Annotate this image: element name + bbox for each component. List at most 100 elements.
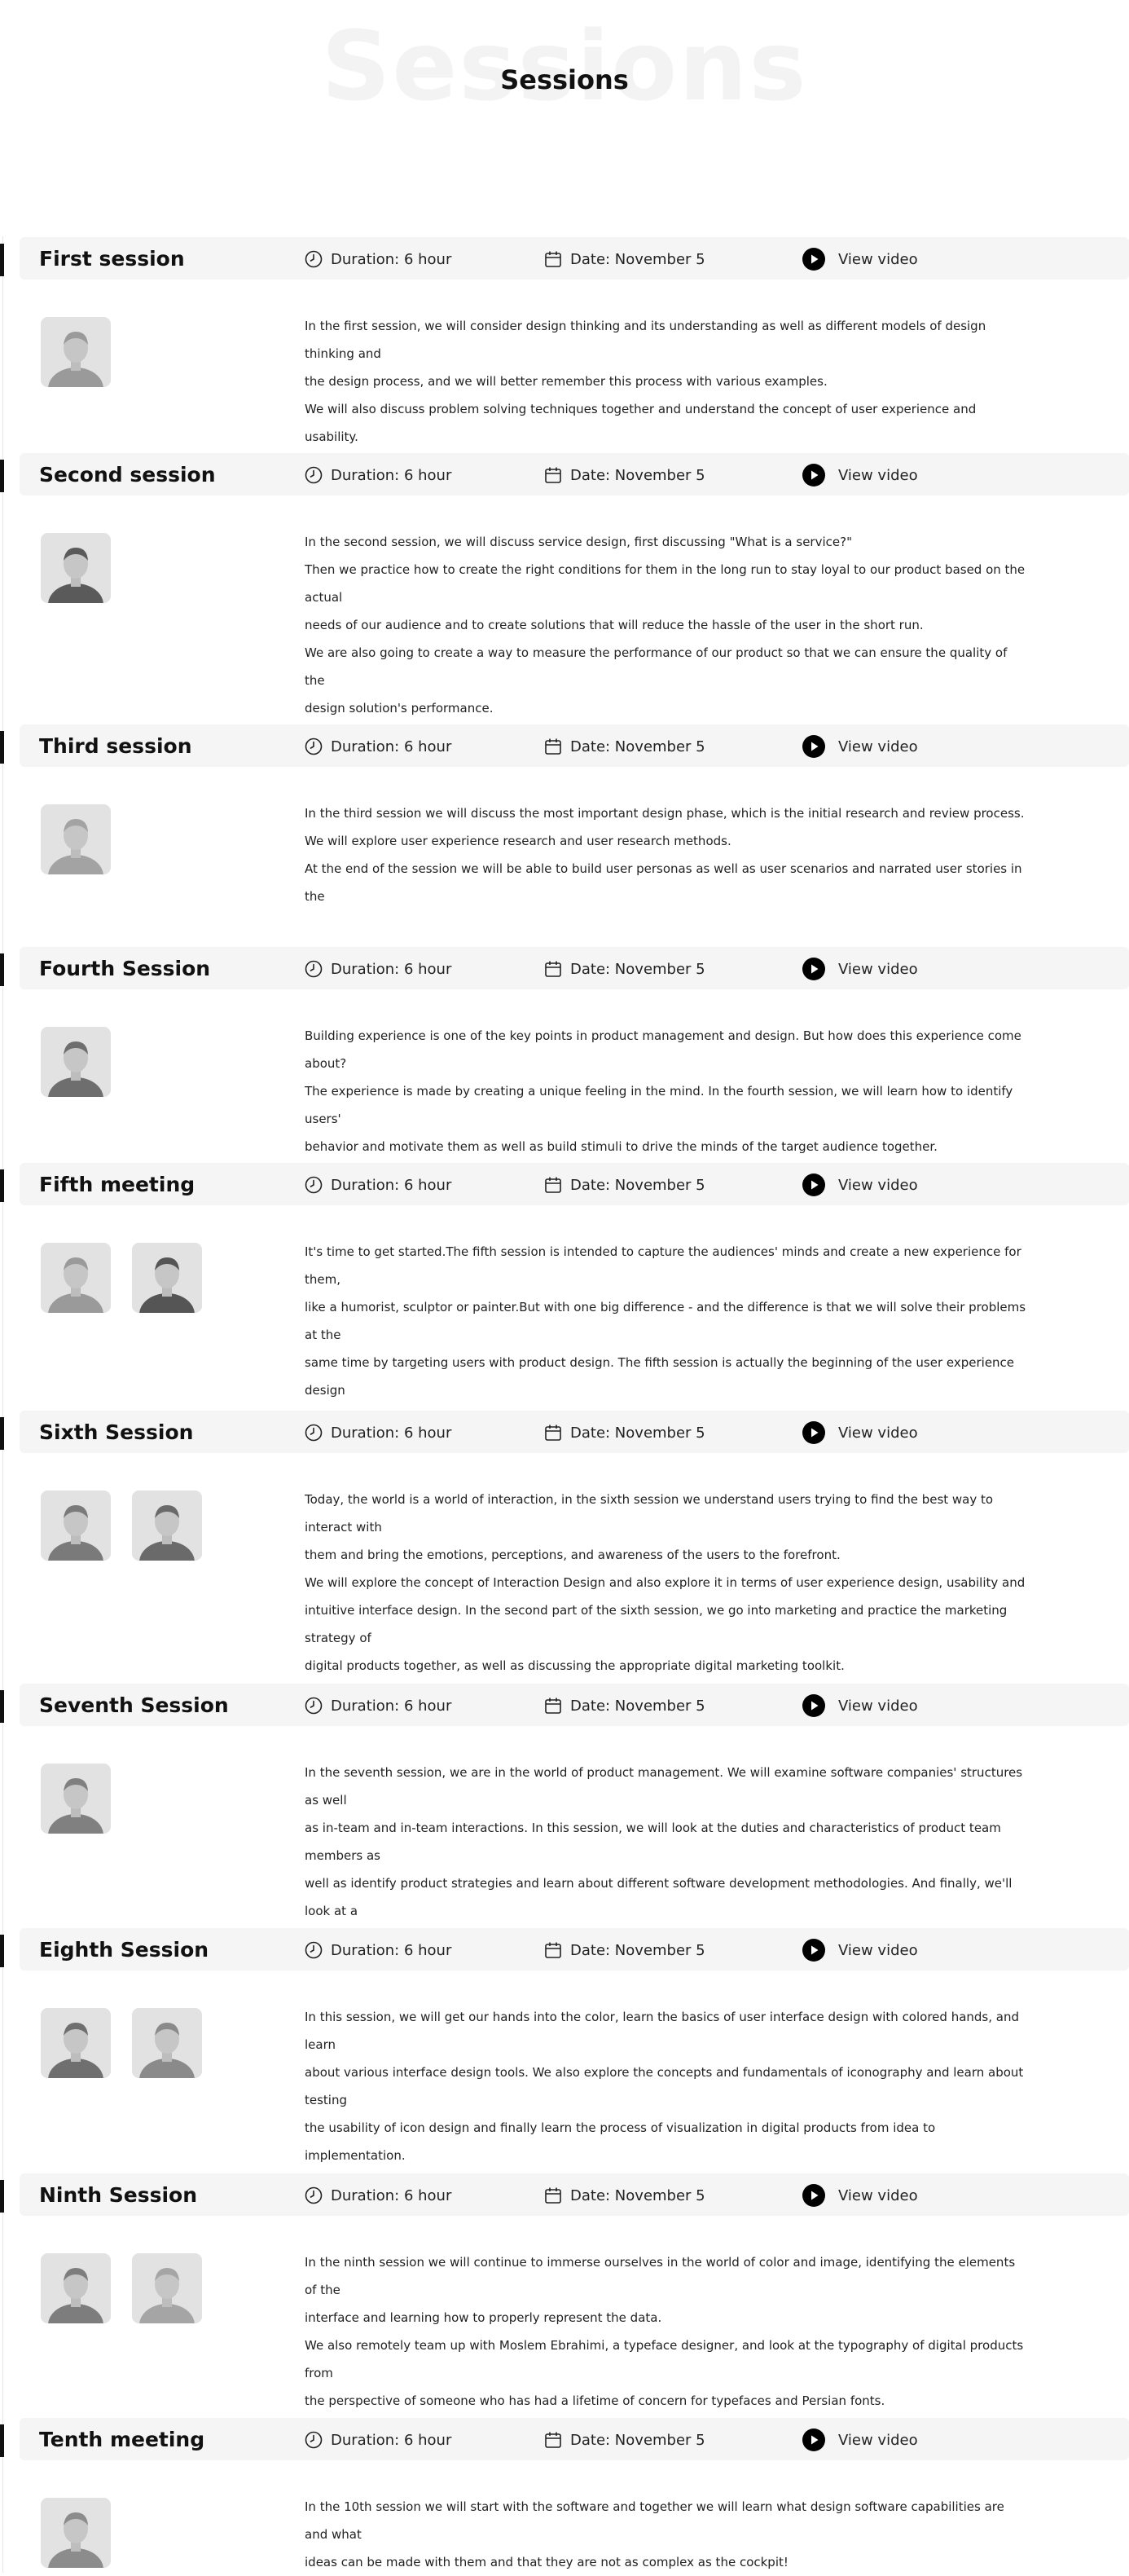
play-icon — [802, 735, 825, 758]
timeline-line — [2, 236, 3, 2573]
play-icon — [802, 1421, 825, 1444]
speaker-avatar — [132, 1243, 202, 1313]
date-info: Date: November 5 — [544, 247, 705, 271]
session-description: In this session, we will get our hands i… — [305, 2003, 1030, 2169]
session-description: In the third session we will discuss the… — [305, 799, 1030, 910]
session-title: Sixth Session — [39, 1420, 194, 1444]
session-description: In the first session, we will consider d… — [305, 312, 1030, 451]
description-line: We will explore user experience research… — [305, 834, 731, 848]
calendar-icon — [545, 251, 561, 267]
date-label: Date: November 5 — [570, 1697, 705, 1715]
duration-info: Duration: 6 hour — [305, 1693, 451, 1718]
session-description: Today, the world is a world of interacti… — [305, 1486, 1030, 1680]
view-video-link[interactable]: View video — [802, 1938, 918, 1962]
calendar-icon — [545, 1698, 561, 1714]
portrait-image — [41, 804, 111, 874]
date-label: Date: November 5 — [570, 738, 705, 755]
view-video-link[interactable]: View video — [802, 2183, 918, 2208]
date-info: Date: November 5 — [544, 2428, 705, 2452]
timeline-marker — [0, 731, 4, 764]
duration-label: Duration: 6 hour — [331, 1176, 452, 1194]
portrait-image — [132, 1491, 202, 1561]
description-line: the perspective of someone who has had a… — [305, 2393, 885, 2408]
date-label: Date: November 5 — [570, 2186, 705, 2204]
speaker-avatar — [132, 2008, 202, 2078]
duration-label: Duration: 6 hour — [331, 2431, 452, 2449]
duration-info: Duration: 6 hour — [305, 957, 451, 981]
view-video-link[interactable]: View video — [802, 247, 918, 271]
portrait-image — [41, 2008, 111, 2078]
clock-icon — [305, 2186, 323, 2204]
session-description: It's time to get started.The fifth sessi… — [305, 1238, 1030, 1432]
description-line: same time by targeting users with produc… — [305, 1355, 1015, 1398]
description-line: intuitive interface design. In the secon… — [305, 1603, 1008, 1645]
session-title: Eighth Session — [39, 1938, 209, 1962]
description-line: interface and learning how to properly r… — [305, 2310, 662, 2325]
timeline-marker — [0, 244, 4, 276]
speaker-avatar — [41, 2253, 111, 2323]
view-video-link[interactable]: View video — [802, 1693, 918, 1718]
calendar-icon — [545, 1942, 561, 1958]
view-video-link[interactable]: View video — [802, 463, 918, 487]
duration-info: Duration: 6 hour — [305, 1173, 451, 1197]
session-description: Building experience is one of the key po… — [305, 1022, 1030, 1160]
date-label: Date: November 5 — [570, 1424, 705, 1442]
duration-label: Duration: 6 hour — [331, 1697, 452, 1715]
date-label: Date: November 5 — [570, 1941, 705, 1959]
view-video-link[interactable]: View video — [802, 2428, 918, 2452]
session-description: In the ninth session we will continue to… — [305, 2248, 1030, 2415]
description-line: In the seventh session, we are in the wo… — [305, 1765, 1023, 1808]
speaker-avatar — [41, 1491, 111, 1561]
description-line: the usability of icon design and finally… — [305, 2120, 936, 2163]
calendar-icon — [545, 738, 561, 755]
description-line: well as identify product strategies and … — [305, 1876, 1013, 1918]
portrait-image — [41, 1027, 111, 1097]
calendar-icon — [545, 467, 561, 483]
view-video-label: View video — [838, 250, 918, 268]
calendar-icon — [545, 2187, 561, 2204]
duration-info: Duration: 6 hour — [305, 1938, 451, 1962]
play-icon — [802, 2184, 825, 2207]
date-label: Date: November 5 — [570, 466, 705, 484]
view-video-link[interactable]: View video — [802, 1420, 918, 1445]
view-video-link[interactable]: View video — [802, 734, 918, 759]
play-icon — [802, 464, 825, 487]
description-line: In the first session, we will consider d… — [305, 319, 986, 361]
duration-label: Duration: 6 hour — [331, 2186, 452, 2204]
calendar-icon — [545, 2432, 561, 2448]
description-line: We are also going to create a way to mea… — [305, 645, 1008, 688]
speaker-avatar — [41, 317, 111, 387]
description-line: digital products together, as well as di… — [305, 1658, 845, 1673]
play-icon — [802, 1174, 825, 1196]
view-video-link[interactable]: View video — [802, 957, 918, 981]
portrait-image — [132, 1243, 202, 1313]
clock-icon — [305, 960, 323, 978]
speaker-avatar — [41, 804, 111, 874]
duration-info: Duration: 6 hour — [305, 2183, 451, 2208]
speaker-avatar — [41, 2008, 111, 2078]
speaker-avatar — [41, 1243, 111, 1313]
duration-label: Duration: 6 hour — [331, 738, 452, 755]
speaker-avatar — [41, 1027, 111, 1097]
portrait-image — [132, 2008, 202, 2078]
play-icon — [802, 1694, 825, 1717]
portrait-image — [41, 1764, 111, 1834]
date-info: Date: November 5 — [544, 1693, 705, 1718]
description-line: In the 10th session we will start with t… — [305, 2499, 1004, 2542]
description-line: At the end of the session we will be abl… — [305, 861, 1022, 904]
duration-info: Duration: 6 hour — [305, 247, 451, 271]
view-video-link[interactable]: View video — [802, 1173, 918, 1197]
speaker-avatar — [41, 2498, 111, 2568]
description-line: In the ninth session we will continue to… — [305, 2255, 1016, 2297]
description-line: The experience is made by creating a uni… — [305, 1084, 1013, 1126]
description-line: Then we practice how to create the right… — [305, 562, 1026, 605]
description-line: as in-team and in-team interactions. In … — [305, 1821, 1001, 1863]
duration-info: Duration: 6 hour — [305, 2428, 451, 2452]
session-description: In the seventh session, we are in the wo… — [305, 1759, 1030, 1953]
date-label: Date: November 5 — [570, 250, 705, 268]
date-label: Date: November 5 — [570, 1176, 705, 1194]
description-line: In this session, we will get our hands i… — [305, 2010, 1019, 2052]
session-title: Tenth meeting — [39, 2428, 205, 2451]
date-info: Date: November 5 — [544, 1420, 705, 1445]
portrait-image — [41, 2253, 111, 2323]
